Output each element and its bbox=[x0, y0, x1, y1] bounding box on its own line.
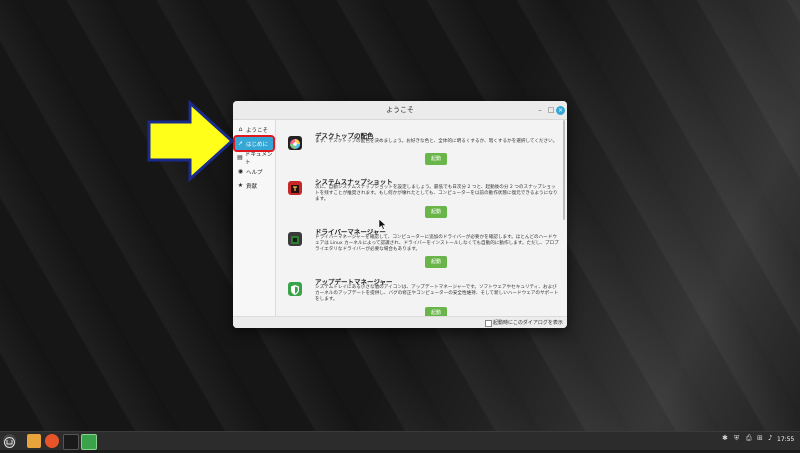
sidebar-item-first-steps[interactable]: ➚ はじめに bbox=[233, 135, 275, 152]
home-icon: ⌂ bbox=[238, 126, 243, 133]
sidebar-item-label: 貢献 bbox=[246, 183, 258, 190]
card-desktop-colors: デスクトップの配色 まず、デスクトップの配色を決めましょう。お好きな色と、全体的… bbox=[276, 130, 561, 174]
printer-icon[interactable]: ⎙ bbox=[746, 434, 752, 443]
launch-desktop-colors-button[interactable]: 起動 bbox=[425, 153, 447, 165]
sidebar-item-help[interactable]: ◉ ヘルプ bbox=[235, 165, 273, 178]
window-title: ようこそ bbox=[386, 106, 414, 114]
color-palette-icon bbox=[288, 136, 302, 150]
mouse-cursor-icon bbox=[379, 219, 387, 230]
rocket-icon: ➚ bbox=[237, 140, 244, 147]
maximize-button[interactable]: □ bbox=[546, 105, 556, 115]
sidebar-item-label: ヘルプ bbox=[246, 169, 263, 176]
show-on-startup-label: 起動時にこのダイアログを表示 bbox=[493, 320, 563, 326]
launch-snapshots-button[interactable]: 起動 bbox=[425, 206, 447, 218]
firefox-icon[interactable] bbox=[45, 434, 59, 448]
terminal-icon[interactable] bbox=[63, 434, 79, 450]
welcome-window: ようこそ – □ × ⌂ ようこそ ➚ はじめに ▤ ドキュメント ◉ ヘルプ … bbox=[233, 101, 567, 328]
card-description: 次に、自動システムスナップショットを設定しましょう。最低でも日次分 2 つと、起… bbox=[315, 185, 558, 202]
sidebar-item-documentation[interactable]: ▤ ドキュメント bbox=[235, 151, 273, 166]
star-icon: ★ bbox=[237, 182, 244, 189]
annotation-arrow-icon bbox=[147, 100, 235, 182]
content-scrollbar[interactable] bbox=[563, 120, 565, 220]
sidebar-item-label: ドキュメント bbox=[244, 151, 273, 166]
show-on-startup-checkbox[interactable] bbox=[485, 320, 492, 327]
card-update-manager: アップデートマネージャー システムトレイにある小さな盾のアイコンは、アップデート… bbox=[276, 276, 561, 316]
card-system-snapshots: システムスナップショット 次に、自動システムスナップショットを設定しましょう。最… bbox=[276, 176, 561, 226]
window-titlebar[interactable]: ようこそ – □ × bbox=[233, 101, 567, 120]
folder-icon[interactable] bbox=[27, 434, 41, 448]
minimize-button[interactable]: – bbox=[535, 105, 545, 115]
driver-manager-icon bbox=[288, 232, 302, 246]
content-pane: デスクトップの配色 まず、デスクトップの配色を決めましょう。お好きな色と、全体的… bbox=[276, 120, 567, 316]
close-button[interactable]: × bbox=[556, 106, 565, 115]
card-description: ドライバーマネージャーを確認して、コンピューターに追加のドライバーが必要かを確認… bbox=[315, 235, 559, 252]
sidebar-item-label: はじめに bbox=[246, 141, 269, 148]
window-footer: 起動時にこのダイアログを表示 bbox=[233, 316, 567, 328]
volume-icon[interactable]: ♪ bbox=[768, 434, 772, 442]
card-description: システムトレイにある小さな盾のアイコンは、アップデートマネージャーです。ソフトウ… bbox=[315, 285, 559, 302]
welcome-app-icon[interactable] bbox=[81, 434, 97, 450]
shield-tray-icon[interactable]: ⛨ bbox=[734, 434, 739, 443]
card-driver-manager: ドライバーマネージャー ドライバーマネージャーを確認して、コンピューターに追加の… bbox=[276, 226, 561, 276]
launch-driver-manager-button[interactable]: 起動 bbox=[425, 256, 447, 268]
taskbar: ✱ ⛨ ⎙ ⊞ ♪ 17:55 bbox=[0, 431, 800, 450]
timeshift-icon bbox=[288, 181, 302, 195]
sidebar-item-contribute[interactable]: ★ 貢献 bbox=[235, 179, 273, 192]
sidebar-item-label: ようこそ bbox=[246, 127, 269, 134]
menu-icon[interactable] bbox=[3, 434, 16, 448]
bluetooth-icon[interactable]: ✱ bbox=[722, 434, 728, 442]
card-description: まず、デスクトップの配色を決めましょう。お好きな色と、全体的に明るくするか、暗く… bbox=[315, 139, 558, 144]
shield-icon bbox=[288, 282, 302, 296]
help-icon: ◉ bbox=[237, 168, 244, 175]
document-icon: ▤ bbox=[237, 154, 243, 161]
sidebar: ⌂ ようこそ ➚ はじめに ▤ ドキュメント ◉ ヘルプ ★ 貢献 bbox=[233, 120, 276, 316]
sidebar-item-welcome[interactable]: ⌂ ようこそ bbox=[235, 123, 273, 136]
network-icon[interactable]: ⊞ bbox=[757, 434, 763, 442]
clock[interactable]: 17:55 bbox=[777, 436, 794, 443]
launch-update-manager-button[interactable]: 起動 bbox=[425, 307, 447, 316]
